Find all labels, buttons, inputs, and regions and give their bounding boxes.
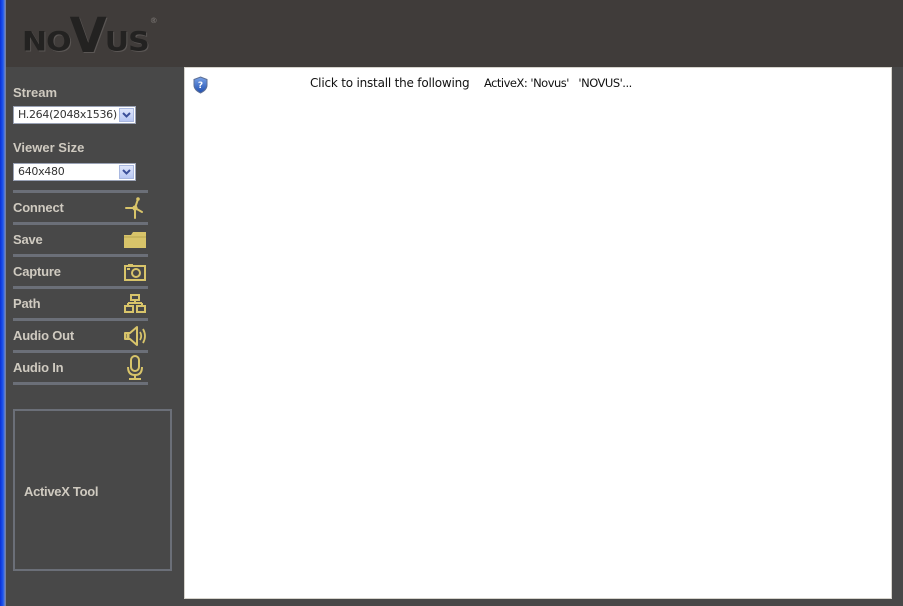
save-label: Save bbox=[13, 232, 43, 247]
svg-text:?: ? bbox=[198, 81, 203, 91]
activex-tool-panel: ActiveX Tool bbox=[13, 409, 172, 571]
header: NO V US ® bbox=[6, 0, 903, 67]
folder-icon bbox=[122, 228, 148, 252]
camera-icon bbox=[122, 260, 148, 284]
install-message-text: Click to install the following bbox=[310, 76, 470, 90]
activex-tool-label: ActiveX Tool bbox=[24, 484, 99, 499]
video-viewer: ? Click to install the following ActiveX… bbox=[184, 67, 892, 599]
capture-label: Capture bbox=[13, 264, 61, 279]
audio-out-label: Audio Out bbox=[13, 328, 75, 343]
logo-part: NO bbox=[22, 26, 72, 58]
connect-button[interactable]: Connect bbox=[13, 193, 148, 222]
activex-install-message[interactable]: Click to install the following ActiveX: … bbox=[310, 76, 632, 90]
stream-select-value: H.264(2048x1536) bbox=[18, 108, 117, 121]
connect-label: Connect bbox=[13, 200, 64, 215]
path-button[interactable]: Path bbox=[13, 289, 148, 318]
save-button[interactable]: Save bbox=[13, 225, 148, 254]
logo-part: V bbox=[69, 8, 107, 64]
stream-label: Stream bbox=[13, 85, 58, 100]
viewer-size-select-value: 640x480 bbox=[18, 165, 65, 178]
microphone-icon bbox=[122, 354, 148, 380]
chevron-down-icon[interactable] bbox=[119, 108, 134, 122]
audio-in-label: Audio In bbox=[13, 360, 64, 375]
network-path-icon bbox=[122, 292, 148, 316]
registered-mark: ® bbox=[149, 16, 158, 25]
activex-install-bar[interactable]: ? Click to install the following ActiveX… bbox=[185, 68, 891, 98]
connect-icon bbox=[122, 196, 148, 220]
path-label: Path bbox=[13, 296, 41, 311]
logo-part: US bbox=[104, 26, 150, 58]
audio-in-button[interactable]: Audio In bbox=[13, 353, 148, 382]
chevron-down-icon[interactable] bbox=[119, 165, 134, 179]
sidebar: Stream H.264(2048x1536) Viewer Size 640x… bbox=[6, 67, 184, 606]
audio-out-button[interactable]: Audio Out bbox=[13, 321, 148, 350]
install-detail-text: ActiveX: 'Novus' 'NOVUS'... bbox=[483, 76, 632, 90]
viewer-size-label: Viewer Size bbox=[13, 140, 85, 155]
capture-button[interactable]: Capture bbox=[13, 257, 148, 286]
viewer-size-select[interactable]: 640x480 bbox=[13, 163, 136, 181]
divider bbox=[13, 382, 148, 385]
novus-logo: NO V US ® bbox=[22, 8, 158, 64]
shield-question-icon: ? bbox=[193, 76, 208, 99]
stream-select[interactable]: H.264(2048x1536) bbox=[13, 106, 136, 124]
speaker-icon bbox=[122, 324, 148, 348]
